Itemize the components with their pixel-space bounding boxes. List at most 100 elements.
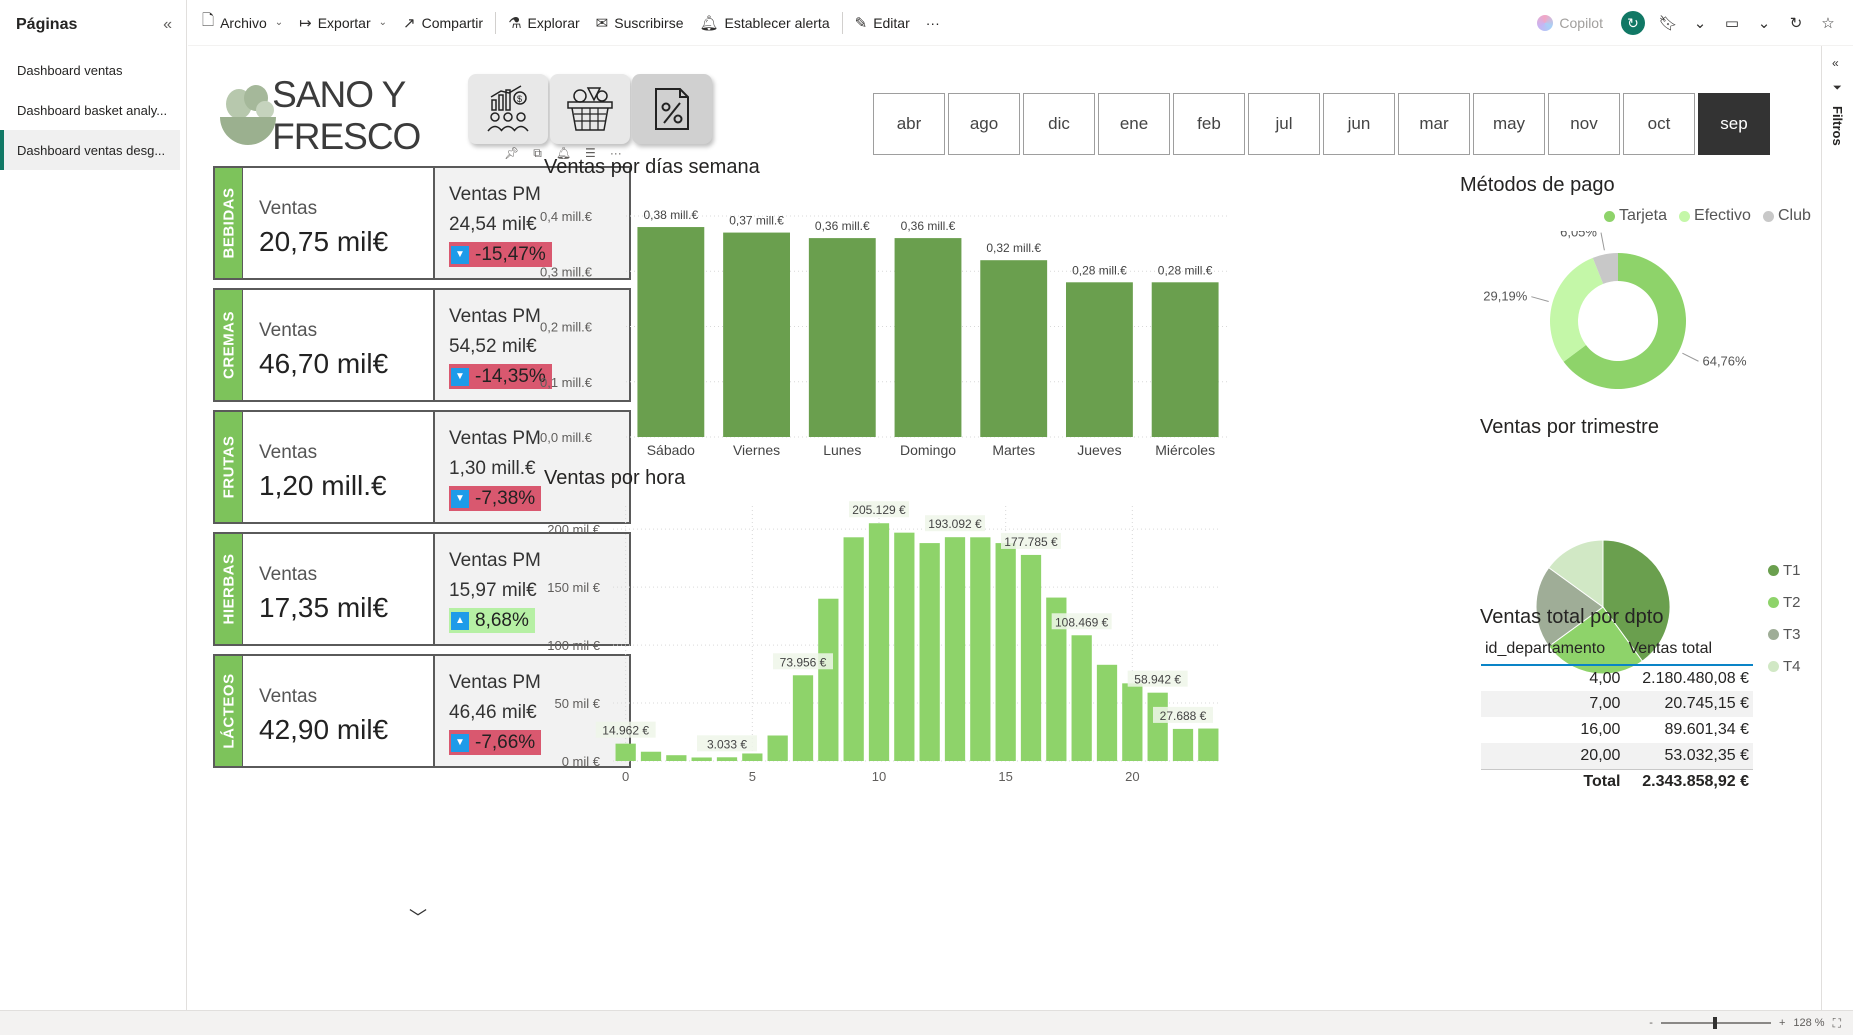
bar[interactable]: [944, 537, 966, 761]
bar[interactable]: [818, 598, 839, 761]
bar[interactable]: [716, 757, 738, 761]
bar[interactable]: [1122, 683, 1143, 761]
kpi-category-tab: CREMAS: [215, 290, 243, 400]
legend-item[interactable]: Tarjeta: [1604, 207, 1667, 225]
bar[interactable]: [1096, 664, 1118, 761]
kpi-main: Ventas 42,90 mil€: [243, 656, 435, 766]
zoom-out-button[interactable]: -: [1649, 1017, 1653, 1029]
archivo-menu[interactable]: 🗋 Archivo ⌄: [194, 8, 291, 38]
month-option-jul[interactable]: jul: [1248, 93, 1320, 155]
chevron-down-icon[interactable]: ⌄: [1685, 8, 1715, 38]
filters-pane[interactable]: « ⏷ Filtros: [1821, 46, 1853, 1010]
bar[interactable]: [792, 675, 814, 761]
legend-item[interactable]: T3: [1768, 618, 1801, 650]
legend-item[interactable]: T2: [1768, 586, 1801, 618]
copilot-button[interactable]: Copilot: [1527, 15, 1613, 31]
zoom-slider-thumb[interactable]: [1712, 1017, 1717, 1029]
bar[interactable]: [1147, 692, 1168, 761]
month-option-sep[interactable]: sep: [1698, 93, 1770, 155]
expand-filters-icon[interactable]: «: [1832, 56, 1839, 70]
bar[interactable]: [1151, 282, 1219, 437]
month-option-nov[interactable]: nov: [1548, 93, 1620, 155]
month-option-abr[interactable]: abr: [873, 93, 945, 155]
legend-item[interactable]: Club: [1762, 207, 1811, 225]
view-icon[interactable]: ▭: [1717, 8, 1747, 38]
data-label: 0,37 mill.€: [729, 214, 784, 228]
explorar-button[interactable]: ⚗ Explorar: [500, 8, 588, 38]
suscribirse-button[interactable]: ✉ Suscribirse: [588, 8, 692, 38]
bar[interactable]: [615, 743, 636, 761]
month-option-oct[interactable]: oct: [1623, 93, 1695, 155]
legend-dot: [1768, 564, 1779, 576]
bar[interactable]: [1066, 282, 1133, 437]
month-option-jun[interactable]: jun: [1323, 93, 1395, 155]
weekday-sales-chart: 0,0 mill.€ 0,1 mill.€ 0,2 mill.€ 0,3 mill.€…: [540, 208, 1228, 458]
kpi-delta-badge: ▼ -7,66%: [449, 730, 542, 755]
page-item-dashboard-basket[interactable]: Dashboard basket analy...: [0, 90, 180, 130]
month-option-mar[interactable]: mar: [1398, 93, 1470, 155]
bar[interactable]: [995, 543, 1016, 761]
zoom-in-button[interactable]: +: [1779, 1017, 1785, 1029]
bar[interactable]: [970, 537, 991, 761]
fit-page-icon[interactable]: ⛶: [1833, 1016, 1841, 1031]
chevron-down-icon[interactable]: ﹀: [409, 904, 427, 930]
bar[interactable]: [1198, 728, 1219, 761]
bar[interactable]: [723, 232, 790, 437]
legend-item[interactable]: Efectivo: [1679, 207, 1751, 225]
bar[interactable]: [843, 537, 864, 761]
nav-button-customers[interactable]: $: [468, 74, 548, 144]
bookmark-icon[interactable]: 🔖︎: [1653, 8, 1683, 38]
page-item-dashboard-ventas[interactable]: Dashboard ventas: [0, 50, 180, 90]
bar[interactable]: [637, 227, 705, 437]
table-row[interactable]: 20,00 53.032,35 €: [1481, 743, 1753, 769]
bar[interactable]: [1020, 554, 1042, 761]
zoom-slider[interactable]: [1660, 1017, 1771, 1029]
month-option-may[interactable]: may: [1473, 93, 1545, 155]
month-option-ene[interactable]: ene: [1098, 93, 1170, 155]
column-header-ventas[interactable]: Ventas total: [1624, 638, 1753, 666]
donut-slice[interactable]: [1550, 257, 1604, 362]
bar[interactable]: [666, 755, 687, 761]
nav-button-basket[interactable]: [550, 74, 630, 144]
nav-button-discount[interactable]: [632, 74, 712, 144]
month-option-dic[interactable]: dic: [1023, 93, 1095, 155]
table-row[interactable]: 16,00 89.601,34 €: [1481, 717, 1753, 743]
bar[interactable]: [868, 523, 890, 761]
copy-icon[interactable]: ⧉: [533, 146, 542, 161]
arrow-down-icon: ▼: [451, 245, 469, 264]
table-row[interactable]: 4,00 2.180.480,08 €: [1481, 665, 1753, 691]
refresh-icon[interactable]: ↻: [1781, 8, 1811, 38]
legend-item[interactable]: T4: [1768, 650, 1801, 682]
table-row[interactable]: 7,00 20.745,15 €: [1481, 691, 1753, 717]
bar[interactable]: [980, 260, 1048, 437]
collapse-icon[interactable]: «: [163, 16, 172, 34]
bar[interactable]: [640, 751, 662, 761]
bar[interactable]: [1172, 728, 1194, 761]
month-option-ago[interactable]: ago: [948, 93, 1020, 155]
month-option-feb[interactable]: feb: [1173, 93, 1245, 155]
compartir-button[interactable]: ↗ Compartir: [395, 8, 491, 38]
favorite-star-icon[interactable]: ☆: [1813, 8, 1843, 38]
arrow-up-icon: ▲: [451, 611, 469, 630]
bar[interactable]: [919, 543, 940, 761]
bar[interactable]: [691, 757, 712, 761]
editar-button[interactable]: ✎ Editar: [847, 8, 918, 38]
page-item-dashboard-ventas-desglose[interactable]: Dashboard ventas desg...: [0, 130, 180, 170]
data-label: 0,32 mill.€: [986, 241, 1041, 255]
bar[interactable]: [1071, 635, 1092, 761]
table-cell-id: 7,00: [1481, 691, 1625, 717]
bar[interactable]: [894, 238, 962, 437]
more-options-button[interactable]: ···: [918, 8, 948, 38]
pin-icon[interactable]: 📌︎: [504, 146, 519, 161]
bar[interactable]: [742, 753, 763, 761]
bar[interactable]: [808, 238, 876, 437]
chevron-down-icon[interactable]: ⌄: [1749, 8, 1779, 38]
payment-donut-chart: 64,76% 29,19% 6,05%: [1483, 231, 1747, 389]
sync-icon[interactable]: ↻: [1621, 11, 1645, 35]
exportar-menu[interactable]: ↦ Exportar ⌄: [291, 8, 395, 38]
legend-item[interactable]: T1: [1768, 554, 1801, 586]
bar[interactable]: [894, 532, 915, 761]
column-header-id[interactable]: id_departamento: [1481, 638, 1625, 666]
establecer-alerta-button[interactable]: 🔔︎ Establecer alerta: [692, 8, 838, 38]
bar[interactable]: [767, 735, 788, 762]
